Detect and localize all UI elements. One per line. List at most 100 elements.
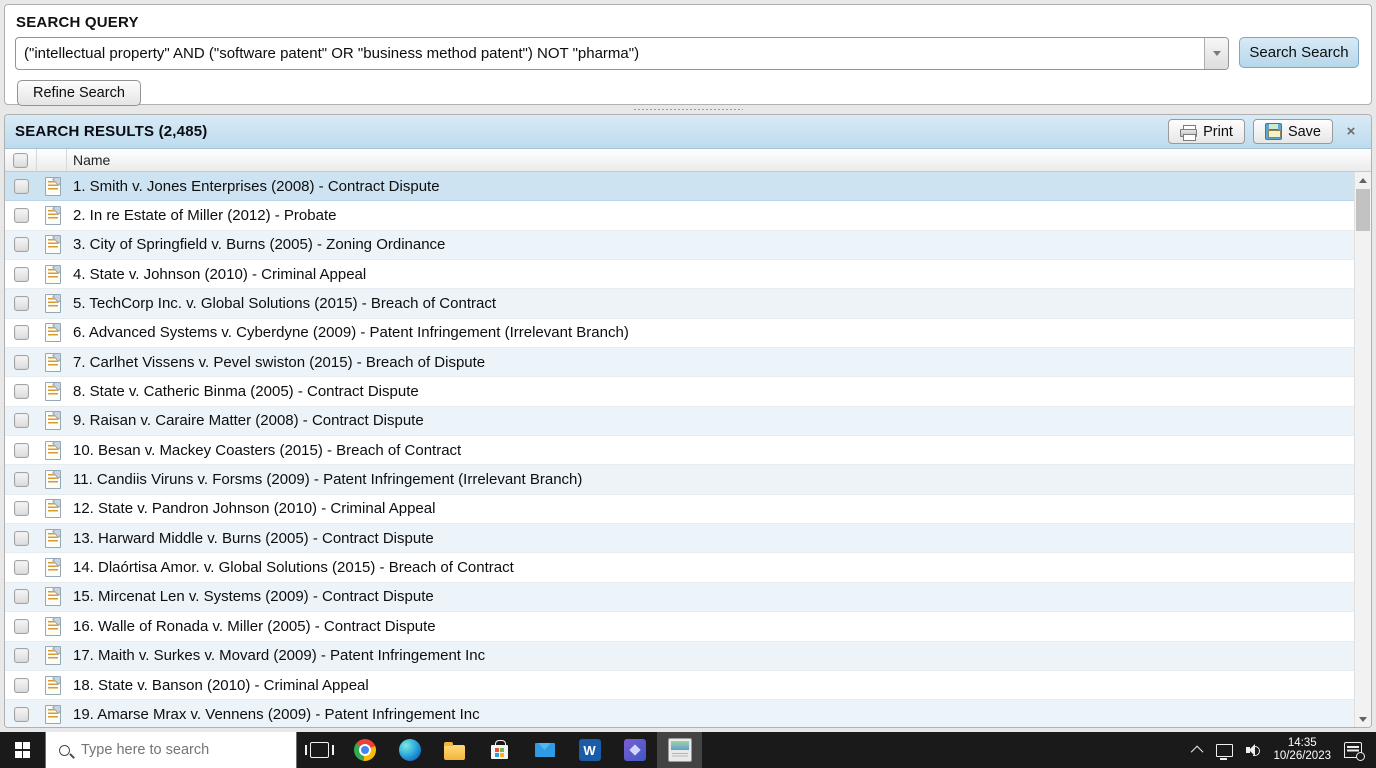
- close-icon[interactable]: ×: [1341, 123, 1361, 140]
- results-header: SEARCH RESULTS (2,485) Print Save ×: [5, 115, 1371, 149]
- document-icon: [44, 470, 61, 490]
- select-all-checkbox[interactable]: [13, 152, 28, 168]
- taskbar-app-word[interactable]: W: [567, 732, 612, 768]
- taskbar-search-input[interactable]: [79, 741, 263, 759]
- document-icon: [44, 704, 61, 724]
- document-icon: [44, 675, 61, 695]
- taskbar-clock[interactable]: 14:35 10/26/2023: [1273, 737, 1331, 763]
- table-row[interactable]: 3. City of Springfield v. Burns (2005) -…: [5, 230, 1354, 261]
- table-row[interactable]: 14. Dlaórtisa Amor. v. Global Solutions …: [5, 553, 1354, 583]
- row-label: 11. Candiis Viruns v. Forsms (2009) - Pa…: [73, 471, 583, 489]
- document-icon: [44, 235, 61, 255]
- refine-search-button[interactable]: Refine Search: [17, 80, 141, 106]
- row-checkbox[interactable]: [14, 648, 29, 664]
- table-row[interactable]: 2. In re Estate of Miller (2012) - Proba…: [5, 201, 1354, 231]
- query-combobox[interactable]: [15, 37, 1229, 70]
- query-dropdown-button[interactable]: [1204, 38, 1228, 69]
- row-checkbox[interactable]: [14, 266, 29, 282]
- taskbar-app-purple[interactable]: [612, 732, 657, 768]
- taskbar-app-store[interactable]: [477, 732, 522, 768]
- panel-splitter[interactable]: [0, 105, 1376, 113]
- row-label: 19. Amarse Mrax v. Vennens (2009) - Pate…: [73, 705, 480, 723]
- clock-time: 14:35: [1287, 737, 1317, 749]
- row-checkbox[interactable]: [14, 384, 29, 400]
- table-row[interactable]: 1. Smith v. Jones Enterprises (2008) - C…: [5, 172, 1354, 202]
- save-button-label: Save: [1287, 123, 1321, 140]
- scroll-down-button[interactable]: [1355, 711, 1371, 727]
- table-row[interactable]: 11. Candiis Viruns v. Forsms (2009) - Pa…: [5, 465, 1354, 495]
- network-icon[interactable]: [1216, 743, 1234, 760]
- row-label: 16. Walle of Ronada v. Miller (2005) - C…: [73, 617, 436, 635]
- row-checkbox[interactable]: [14, 325, 29, 341]
- icon-column-header: [37, 149, 67, 171]
- row-label: 18. State v. Banson (2010) - Criminal Ap…: [73, 676, 369, 694]
- row-label: 15. Mircenat Len v. Systems (2009) - Con…: [73, 588, 434, 606]
- save-button[interactable]: Save: [1252, 119, 1333, 144]
- document-icon: [44, 499, 61, 519]
- print-button[interactable]: Print: [1168, 119, 1245, 144]
- table-row[interactable]: 17. Maith v. Surkes v. Movard (2009) - P…: [5, 641, 1354, 671]
- row-checkbox[interactable]: [14, 472, 29, 488]
- document-icon: [44, 646, 61, 666]
- scrollbar-thumb[interactable]: [1356, 189, 1370, 231]
- table-row[interactable]: 15. Mircenat Len v. Systems (2009) - Con…: [5, 582, 1354, 613]
- chevron-up-icon[interactable]: [1191, 745, 1204, 758]
- row-label: 2. In re Estate of Miller (2012) - Proba…: [73, 207, 337, 225]
- row-checkbox[interactable]: [14, 442, 29, 458]
- row-checkbox[interactable]: [14, 706, 29, 722]
- table-row[interactable]: 7. Carlhet Vissens v. Pevel swiston (201…: [5, 348, 1354, 378]
- print-button-label: Print: [1203, 123, 1233, 140]
- table-row[interactable]: 12. State v. Pandron Johnson (2010) - Cr…: [5, 494, 1354, 525]
- search-button[interactable]: Search Search: [1239, 37, 1359, 68]
- word-icon: W: [578, 739, 601, 761]
- table-row[interactable]: 19. Amarse Mrax v. Vennens (2009) - Pate…: [5, 700, 1354, 727]
- table-row[interactable]: 13. Harward Middle v. Burns (2005) - Con…: [5, 524, 1354, 554]
- scroll-up-button[interactable]: [1355, 172, 1371, 188]
- row-checkbox[interactable]: [14, 530, 29, 546]
- row-checkbox[interactable]: [14, 296, 29, 312]
- taskbar-app-chrome[interactable]: [342, 732, 387, 768]
- taskbar-app-active[interactable]: [657, 732, 702, 768]
- document-icon: [44, 294, 61, 314]
- taskbar-app-edge[interactable]: [387, 732, 432, 768]
- clock-date: 10/26/2023: [1273, 750, 1331, 762]
- row-checkbox[interactable]: [14, 208, 29, 224]
- action-center-icon[interactable]: [1344, 742, 1365, 761]
- row-checkbox[interactable]: [14, 589, 29, 605]
- table-row[interactable]: 10. Besan v. Mackey Coasters (2015) - Br…: [5, 436, 1354, 466]
- document-icon: [44, 616, 61, 636]
- table-row[interactable]: 16. Walle of Ronada v. Miller (2005) - C…: [5, 612, 1354, 642]
- table-row[interactable]: 4. State v. Johnson (2010) - Criminal Ap…: [5, 260, 1354, 290]
- row-label: 5. TechCorp Inc. v. Global Solutions (20…: [73, 295, 496, 313]
- row-checkbox[interactable]: [14, 178, 29, 194]
- row-checkbox[interactable]: [14, 677, 29, 693]
- row-label: 1. Smith v. Jones Enterprises (2008) - C…: [73, 177, 440, 195]
- row-checkbox[interactable]: [14, 237, 29, 253]
- document-icon: [44, 206, 61, 226]
- row-checkbox[interactable]: [14, 560, 29, 576]
- results-table-body: 1. Smith v. Jones Enterprises (2008) - C…: [5, 172, 1371, 727]
- printer-icon: [1180, 124, 1198, 141]
- volume-icon[interactable]: [1246, 744, 1261, 756]
- table-row[interactable]: 18. State v. Banson (2010) - Criminal Ap…: [5, 670, 1354, 701]
- row-checkbox[interactable]: [14, 501, 29, 517]
- row-checkbox[interactable]: [14, 413, 29, 429]
- chrome-icon: [353, 739, 376, 761]
- task-view-button[interactable]: [297, 732, 342, 768]
- taskbar-search[interactable]: [45, 732, 297, 768]
- document-icon: [44, 382, 61, 402]
- name-column-header[interactable]: Name: [67, 152, 110, 168]
- start-button[interactable]: [0, 732, 45, 768]
- table-row[interactable]: 9. Raisan v. Caraire Matter (2008) - Con…: [5, 406, 1354, 437]
- vertical-scrollbar[interactable]: [1354, 172, 1371, 727]
- row-checkbox[interactable]: [14, 618, 29, 634]
- taskbar-app-file-explorer[interactable]: [432, 732, 477, 768]
- table-row[interactable]: 5. TechCorp Inc. v. Global Solutions (20…: [5, 289, 1354, 319]
- row-checkbox[interactable]: [14, 354, 29, 370]
- store-icon: [491, 740, 508, 759]
- table-row[interactable]: 8. State v. Catheric Binma (2005) - Cont…: [5, 377, 1354, 407]
- taskbar-app-mail[interactable]: [522, 732, 567, 768]
- query-input[interactable]: [16, 38, 1204, 69]
- task-view-icon: [305, 742, 334, 758]
- table-row[interactable]: 6. Advanced Systems v. Cyberdyne (2009) …: [5, 318, 1354, 349]
